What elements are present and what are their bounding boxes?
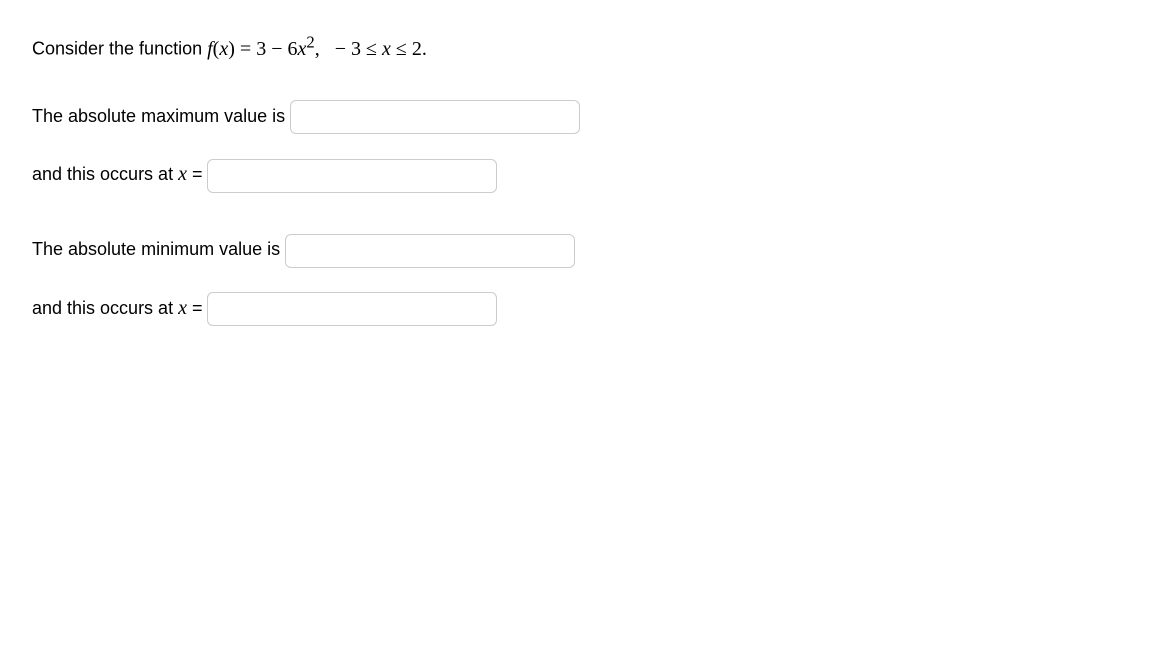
max-value-input[interactable] <box>290 100 580 134</box>
max-x-var: x <box>178 163 187 185</box>
paren-close: ) <box>228 38 235 60</box>
max-x-equals: = <box>187 164 208 184</box>
min-x-prefix: and this occurs at <box>32 298 178 318</box>
max-x-row: and this occurs at x = <box>32 152 1120 196</box>
max-value-label: The absolute maximum value is <box>32 106 290 126</box>
group-spacer <box>32 212 1120 230</box>
min-x-var: x <box>178 297 187 319</box>
max-x-input[interactable] <box>207 159 497 193</box>
max-value-row: The absolute maximum value is <box>32 97 1120 137</box>
max-x-prefix: and this occurs at <box>32 164 178 184</box>
min-value-label: The absolute minimum value is <box>32 239 285 259</box>
min-value-input[interactable] <box>285 234 575 268</box>
rhs-const: 3 − 6 <box>256 38 297 60</box>
min-x-equals: = <box>187 298 208 318</box>
domain-right: ≤ 2. <box>391 38 427 60</box>
problem-statement: Consider the function f(x) = 3 − 6x2, − … <box>32 24 1120 71</box>
question-prefix: Consider the function <box>32 39 207 59</box>
min-value-row: The absolute minimum value is <box>32 230 1120 270</box>
equals: = <box>235 38 256 60</box>
min-x-input[interactable] <box>207 292 497 326</box>
min-x-row: and this occurs at x = <box>32 286 1120 330</box>
fn-variable: x <box>219 38 228 60</box>
rhs-exponent: 2 <box>306 32 314 51</box>
domain-left: − 3 ≤ <box>320 38 382 60</box>
domain-var: x <box>382 38 391 60</box>
